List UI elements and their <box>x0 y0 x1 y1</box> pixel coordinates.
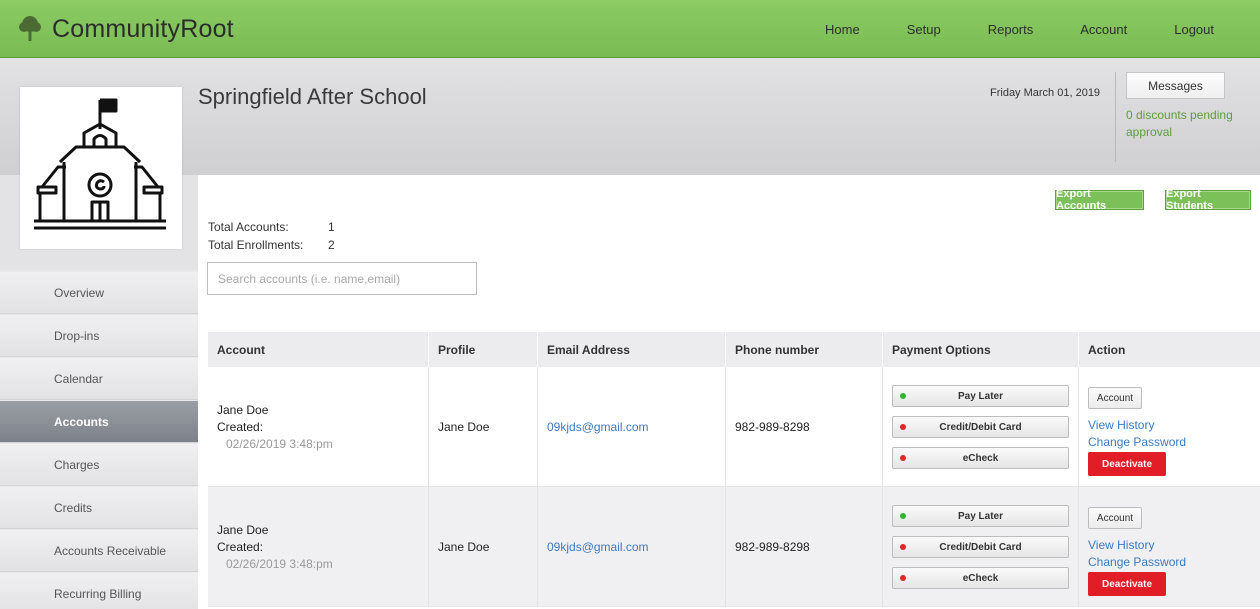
pay-later-button[interactable]: Pay Later <box>892 385 1069 407</box>
sidebar-item-recurring-billing[interactable]: Recurring Billing <box>0 573 198 609</box>
column-header-account: Account <box>208 332 429 367</box>
echeck-button[interactable]: eCheck <box>892 447 1069 469</box>
account-name: Jane Doe <box>217 402 269 417</box>
table-header: Account Profile Email Address Phone numb… <box>208 332 1260 367</box>
created-label: Created: <box>217 539 264 554</box>
deactivate-button[interactable]: Deactivate <box>1088 572 1166 596</box>
credit-debit-card-label: Credit/Debit Card <box>939 421 1022 433</box>
status-off-icon <box>900 424 906 430</box>
total-accounts-label: Total Accounts: <box>208 220 289 234</box>
column-header-payment-options: Payment Options <box>883 332 1079 367</box>
account-button[interactable]: Account <box>1088 507 1142 529</box>
brand[interactable]: CommunityRoot <box>18 12 234 46</box>
echeck-label: eCheck <box>962 452 999 464</box>
messages-button[interactable]: Messages <box>1126 72 1225 99</box>
nav-account[interactable]: Account <box>1080 22 1127 37</box>
profile-cell: Jane Doe <box>429 487 538 607</box>
status-off-icon <box>900 544 906 550</box>
payment-options-cell: Pay Later Credit/Debit Card eCheck <box>883 367 1079 487</box>
profile-cell: Jane Doe <box>429 367 538 487</box>
table-row: Jane Doe Created: 02/26/2019 3:48:pm Jan… <box>208 487 1260 607</box>
sidebar-item-calendar[interactable]: Calendar <box>0 358 198 400</box>
export-accounts-button[interactable]: Export Accounts <box>1055 188 1144 212</box>
school-building-icon <box>34 98 166 230</box>
page-title: Springfield After School <box>198 84 427 109</box>
pay-later-label: Pay Later <box>957 510 1004 522</box>
status-off-icon <box>900 455 906 461</box>
column-header-email: Email Address <box>538 332 726 367</box>
column-header-profile: Profile <box>429 332 538 367</box>
account-cell: Jane Doe Created: 02/26/2019 3:48:pm <box>208 487 429 607</box>
email-link[interactable]: 09kjds@gmail.com <box>547 540 649 554</box>
current-date: Friday March 01, 2019 <box>990 87 1101 99</box>
pay-later-button[interactable]: Pay Later <box>892 505 1069 527</box>
sidebar-item-charges[interactable]: Charges <box>0 444 198 486</box>
account-cell: Jane Doe Created: 02/26/2019 3:48:pm <box>208 367 429 487</box>
main-nav: Home Setup Reports Account Logout <box>778 0 1214 58</box>
created-label: Created: <box>217 419 264 434</box>
sidebar: Overview Drop-ins Calendar Accounts Char… <box>0 270 198 609</box>
change-password-link[interactable]: Change Password <box>1088 435 1186 449</box>
credit-debit-card-button[interactable]: Credit/Debit Card <box>892 536 1069 558</box>
pending-discounts-link[interactable]: 0 discounts pending approval <box>1126 107 1251 141</box>
sidebar-item-credits[interactable]: Credits <box>0 487 198 529</box>
export-students-button[interactable]: Export Students <box>1165 188 1251 212</box>
account-button[interactable]: Account <box>1088 387 1142 409</box>
tree-icon <box>19 16 41 41</box>
view-history-link[interactable]: View History <box>1088 538 1154 552</box>
status-on-icon <box>900 513 906 519</box>
account-name: Jane Doe <box>217 522 269 537</box>
organization-logo <box>20 87 182 249</box>
phone-cell: 982-989-8298 <box>726 487 883 607</box>
action-cell: Account View History Change Password Dea… <box>1079 487 1260 607</box>
credit-debit-card-label: Credit/Debit Card <box>939 541 1022 553</box>
email-cell: 09kjds@gmail.com <box>538 487 726 607</box>
top-bar: CommunityRoot Home Setup Reports Account… <box>0 0 1260 58</box>
action-cell: Account View History Change Password Dea… <box>1079 367 1260 487</box>
column-header-phone: Phone number <box>726 332 883 367</box>
nav-home[interactable]: Home <box>825 22 860 37</box>
sidebar-item-drop-ins[interactable]: Drop-ins <box>0 315 198 357</box>
account-stats: Total Accounts: 1 Total Enrollments: 2 <box>208 218 335 254</box>
email-link[interactable]: 09kjds@gmail.com <box>547 420 649 434</box>
deactivate-button[interactable]: Deactivate <box>1088 452 1166 476</box>
view-history-link[interactable]: View History <box>1088 418 1154 432</box>
nav-setup[interactable]: Setup <box>907 22 941 37</box>
header-divider <box>1115 72 1116 162</box>
sub-header <box>0 59 1260 175</box>
column-header-action: Action <box>1088 342 1126 357</box>
change-password-link[interactable]: Change Password <box>1088 555 1186 569</box>
sidebar-item-accounts[interactable]: Accounts <box>0 401 198 443</box>
echeck-label: eCheck <box>962 572 999 584</box>
sidebar-item-overview[interactable]: Overview <box>0 272 198 314</box>
phone-cell: 982-989-8298 <box>726 367 883 487</box>
total-accounts-value: 1 <box>328 220 335 234</box>
created-date: 02/26/2019 3:48:pm <box>226 436 333 451</box>
email-cell: 09kjds@gmail.com <box>538 367 726 487</box>
pay-later-label: Pay Later <box>957 390 1004 402</box>
sidebar-item-accounts-receivable[interactable]: Accounts Receivable <box>0 530 198 572</box>
status-on-icon <box>900 393 906 399</box>
nav-logout[interactable]: Logout <box>1174 22 1214 37</box>
total-enrollments-label: Total Enrollments: <box>208 238 304 252</box>
status-off-icon <box>900 575 906 581</box>
created-date: 02/26/2019 3:48:pm <box>226 556 333 571</box>
search-accounts-input[interactable] <box>207 262 477 295</box>
total-enrollments-value: 2 <box>328 238 335 252</box>
credit-debit-card-button[interactable]: Credit/Debit Card <box>892 416 1069 438</box>
payment-options-cell: Pay Later Credit/Debit Card eCheck <box>883 487 1079 607</box>
echeck-button[interactable]: eCheck <box>892 567 1069 589</box>
nav-reports[interactable]: Reports <box>988 22 1034 37</box>
brand-name: CommunityRoot <box>52 14 234 43</box>
accounts-table: Account Profile Email Address Phone numb… <box>208 332 1260 607</box>
table-row: Jane Doe Created: 02/26/2019 3:48:pm Jan… <box>208 367 1260 487</box>
